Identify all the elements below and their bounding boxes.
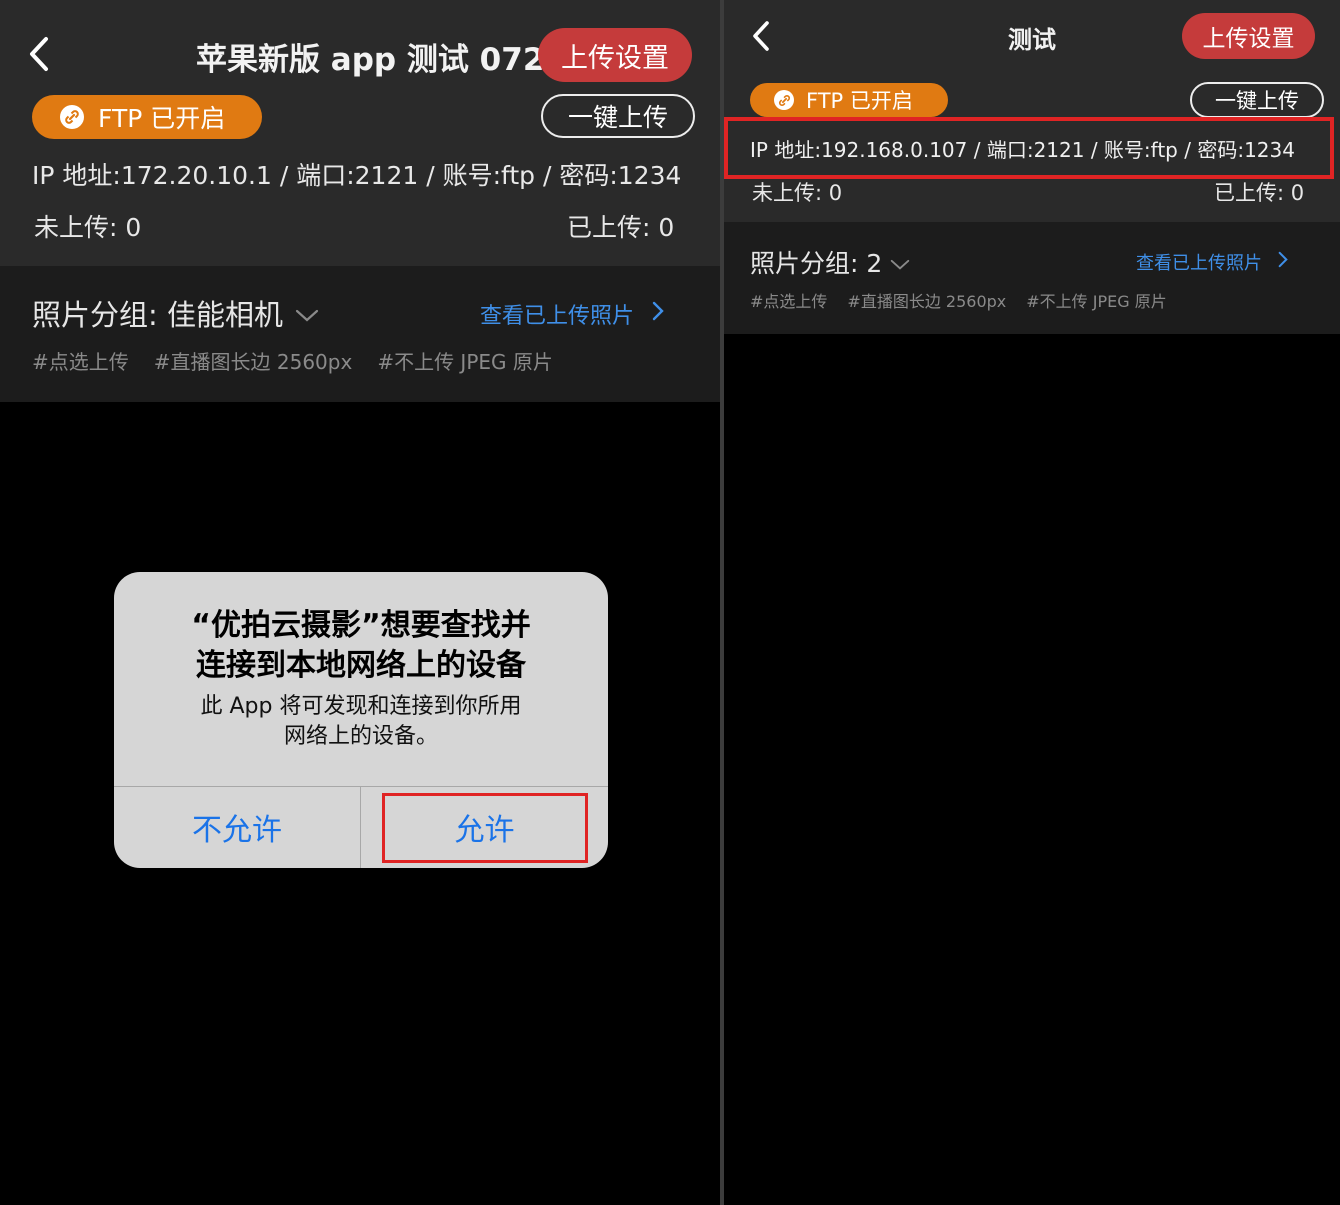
page-title: 测试 [1008,26,1056,54]
tag-list: #点选上传 #直播图长边 2560px #不上传 JPEG 原片 [32,346,553,375]
upload-settings-button[interactable]: 上传设置 [538,28,692,82]
chevron-down-icon [890,248,910,277]
ftp-badge-label: FTP 已开启 [98,104,226,133]
uploaded-count: 已上传: 0 [567,213,675,242]
ftp-badge-label: FTP 已开启 [806,89,913,113]
chevron-down-icon [295,296,319,330]
view-uploaded-photos-link[interactable]: 查看已上传照片 [1136,249,1288,275]
tag-item: #不上传 JPEG 原片 [377,350,553,374]
not-uploaded-count: 未上传: 0 [34,213,142,242]
ftp-status-badge[interactable]: FTP 已开启 [32,95,262,139]
tag-item: #不上传 JPEG 原片 [1026,292,1167,311]
photo-group-label: 照片分组: 佳能相机 [32,298,283,332]
photo-group-selector[interactable]: 照片分组: 2 [750,244,910,280]
photo-group-section: 照片分组: 2 查看已上传照片 #点选上传 #直播图长边 2560px #不上传… [724,222,1340,334]
tag-item: #点选上传 [32,350,129,374]
one-click-upload-button[interactable]: 一键上传 [1190,82,1324,118]
allow-highlight-box [382,793,588,863]
one-click-upload-button[interactable]: 一键上传 [541,94,695,138]
ftp-header: 苹果新版 app 测试 0727 上传设置 FTP 已开启 一键上传 IP 地址… [0,0,720,266]
ftp-status-badge[interactable]: FTP 已开启 [750,83,948,117]
tag-list: #点选上传 #直播图长边 2560px #不上传 JPEG 原片 [750,288,1167,312]
connection-info-highlight-box [724,117,1334,179]
not-uploaded-count: 未上传: 0 [752,181,843,205]
back-arrow-icon[interactable] [752,20,770,52]
upload-settings-button[interactable]: 上传设置 [1182,13,1315,59]
dialog-title-line2: 连接到本地网络上的设备 [196,648,526,683]
left-screen: 苹果新版 app 测试 0727 上传设置 FTP 已开启 一键上传 IP 地址… [0,0,720,1205]
tag-item: #直播图长边 2560px [847,292,1007,311]
view-uploaded-label: 查看已上传照片 [1136,253,1262,274]
connection-info: IP 地址:172.20.10.1 / 端口:2121 / 账号:ftp / 密… [32,161,682,190]
tag-item: #直播图长边 2560px [153,350,353,374]
dialog-message-line2: 网络上的设备。 [283,724,438,749]
chevron-right-icon [652,301,664,327]
link-icon [60,105,84,129]
photo-group-label: 照片分组: 2 [750,249,883,278]
local-network-permission-dialog: “优拍云摄影”想要查找并 连接到本地网络上的设备 此 App 将可发现和连接到你… [114,572,608,868]
dialog-title-line1: “优拍云摄影”想要查找并 [191,608,531,643]
dialog-message-line1: 此 App 将可发现和连接到你所用 [200,694,522,719]
page-title: 苹果新版 app 测试 0727 [196,42,566,78]
right-screen: 测试 上传设置 FTP 已开启 一键上传 IP 地址:192.168.0.107… [724,0,1340,1205]
view-uploaded-label: 查看已上传照片 [480,304,635,329]
ftp-header: 测试 上传设置 FTP 已开启 一键上传 IP 地址:192.168.0.107… [724,0,1340,222]
tag-item: #点选上传 [750,292,828,311]
chevron-right-icon [1278,251,1288,273]
link-icon [774,90,794,110]
back-arrow-icon[interactable] [28,36,50,72]
photo-group-selector[interactable]: 照片分组: 佳能相机 [32,292,319,334]
deny-button[interactable]: 不允许 [114,786,360,868]
uploaded-count: 已上传: 0 [1214,181,1305,205]
photo-group-section: 照片分组: 佳能相机 查看已上传照片 #点选上传 #直播图长边 2560px #… [0,266,720,402]
view-uploaded-photos-link[interactable]: 查看已上传照片 [480,298,664,330]
